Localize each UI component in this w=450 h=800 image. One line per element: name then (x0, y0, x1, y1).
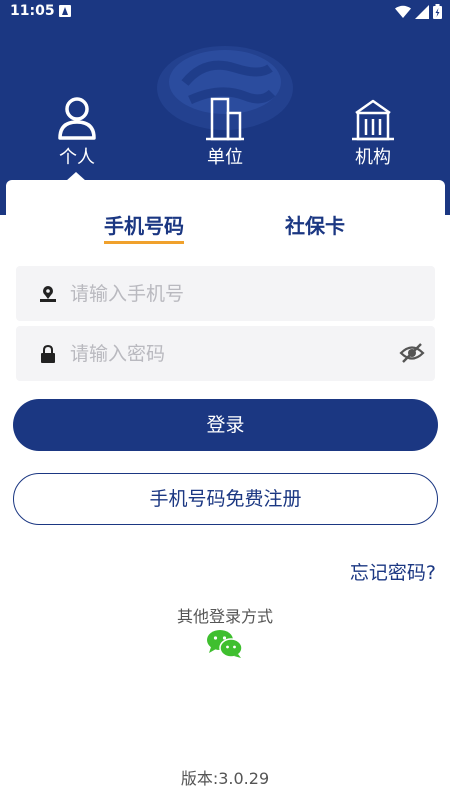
wifi-icon (395, 5, 411, 18)
person-icon (58, 97, 96, 140)
eye-off-icon[interactable] (399, 342, 425, 364)
notification-a-icon (59, 5, 71, 17)
forgot-password-link[interactable]: 忘记密码? (350, 558, 436, 585)
role-label-institution: 机构 (355, 147, 391, 168)
role-label-personal: 个人 (59, 147, 95, 168)
battery-icon (433, 4, 442, 19)
status-bar: 11:05 (0, 0, 450, 24)
tab-phone-number[interactable]: 手机号码 (104, 210, 184, 244)
phone-field (16, 266, 435, 321)
institution-icon (352, 99, 394, 141)
version-label: 版本:3.0.29 (180, 769, 270, 788)
role-label-company: 单位 (207, 147, 243, 168)
wechat-icon[interactable] (206, 629, 244, 659)
user-pin-icon (40, 286, 56, 302)
role-tab-company[interactable]: 单位 (180, 95, 270, 175)
role-tab-institution[interactable]: 机构 (328, 95, 418, 175)
lock-icon (41, 344, 55, 363)
signal-icon (415, 4, 429, 19)
register-button[interactable]: 手机号码免费注册 (13, 473, 438, 525)
login-button[interactable]: 登录 (13, 399, 438, 451)
other-login-title: 其他登录方式 (176, 607, 273, 626)
phone-input[interactable] (70, 266, 390, 321)
tab-social-security-card[interactable]: 社保卡 (285, 210, 345, 239)
role-tab-personal[interactable]: 个人 (32, 95, 122, 175)
status-time: 11:05 (10, 3, 55, 19)
status-icons (395, 4, 442, 19)
building-icon (206, 97, 244, 141)
password-field (16, 326, 435, 381)
password-input[interactable] (70, 326, 390, 381)
login-card: 手机号码 社保卡 (6, 180, 445, 250)
